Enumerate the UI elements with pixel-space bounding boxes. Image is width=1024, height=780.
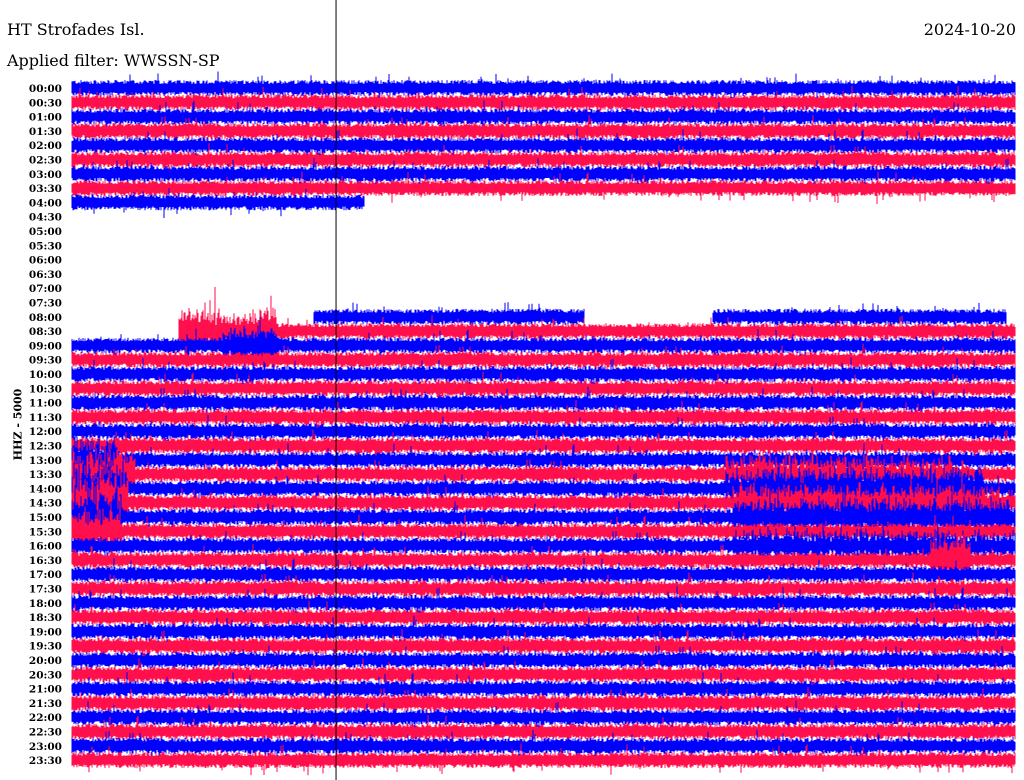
row-time-label: 00:00 xyxy=(29,83,62,95)
row-time-label: 10:00 xyxy=(29,369,62,381)
row-time-label: 01:30 xyxy=(29,126,62,138)
helicorder-plot: 00:00 00:30 01:00 01:30 02:00 02:30 03:00 03:30… xyxy=(29,0,1016,780)
row-time-label: 11:30 xyxy=(29,412,62,424)
row-time-label: 00:30 xyxy=(29,97,62,109)
row-time-label: 16:00 xyxy=(29,541,62,553)
row-time-label: 12:30 xyxy=(29,441,62,453)
row-time-label: 22:30 xyxy=(29,727,62,739)
row-time-label: 06:30 xyxy=(29,269,62,281)
row-time-label: 19:30 xyxy=(29,641,62,653)
row-time-label: 10:30 xyxy=(29,383,62,395)
row-time-label: 14:30 xyxy=(29,498,62,510)
row-time-label: 11:00 xyxy=(29,398,62,410)
row-time-label: 22:00 xyxy=(29,712,62,724)
row-time-label: 17:00 xyxy=(29,569,62,581)
row-time-label: 21:30 xyxy=(29,698,62,710)
row-time-label: 02:00 xyxy=(29,140,62,152)
row-time-label: 02:30 xyxy=(29,155,62,167)
row-time-label: 07:00 xyxy=(29,283,62,295)
row-time-label: 06:00 xyxy=(29,255,62,267)
row-time-label: 20:00 xyxy=(29,655,62,667)
row-time-label: 09:30 xyxy=(29,355,62,367)
row-time-label: 03:30 xyxy=(29,183,62,195)
row-time-label: 08:00 xyxy=(29,312,62,324)
row-time-label: 18:30 xyxy=(29,612,62,624)
row-time-label: 07:30 xyxy=(29,298,62,310)
row-time-label: 09:00 xyxy=(29,340,62,352)
row-time-label: 13:30 xyxy=(29,469,62,481)
row-time-label: 03:00 xyxy=(29,169,62,181)
row-time-label: 14:00 xyxy=(29,483,62,495)
row-time-label: 13:00 xyxy=(29,455,62,467)
row-time-label: 23:30 xyxy=(29,755,62,767)
row-time-label: 05:30 xyxy=(29,240,62,252)
row-time-label: 17:30 xyxy=(29,584,62,596)
row-time-label: 04:00 xyxy=(29,197,62,209)
row-time-label: 15:30 xyxy=(29,526,62,538)
row-time-label: 08:30 xyxy=(29,326,62,338)
row-time-label: 15:00 xyxy=(29,512,62,524)
row-time-label: 23:00 xyxy=(29,741,62,753)
row-time-label: 01:00 xyxy=(29,112,62,124)
row-time-label: 05:00 xyxy=(29,226,62,238)
row-time-label: 12:00 xyxy=(29,426,62,438)
row-time-label: 20:30 xyxy=(29,669,62,681)
row-time-label: 19:00 xyxy=(29,626,62,638)
row-time-label: 16:30 xyxy=(29,555,62,567)
row-time-label: 18:00 xyxy=(29,598,62,610)
row-time-label: 04:30 xyxy=(29,212,62,224)
row-time-label: 21:00 xyxy=(29,684,62,696)
